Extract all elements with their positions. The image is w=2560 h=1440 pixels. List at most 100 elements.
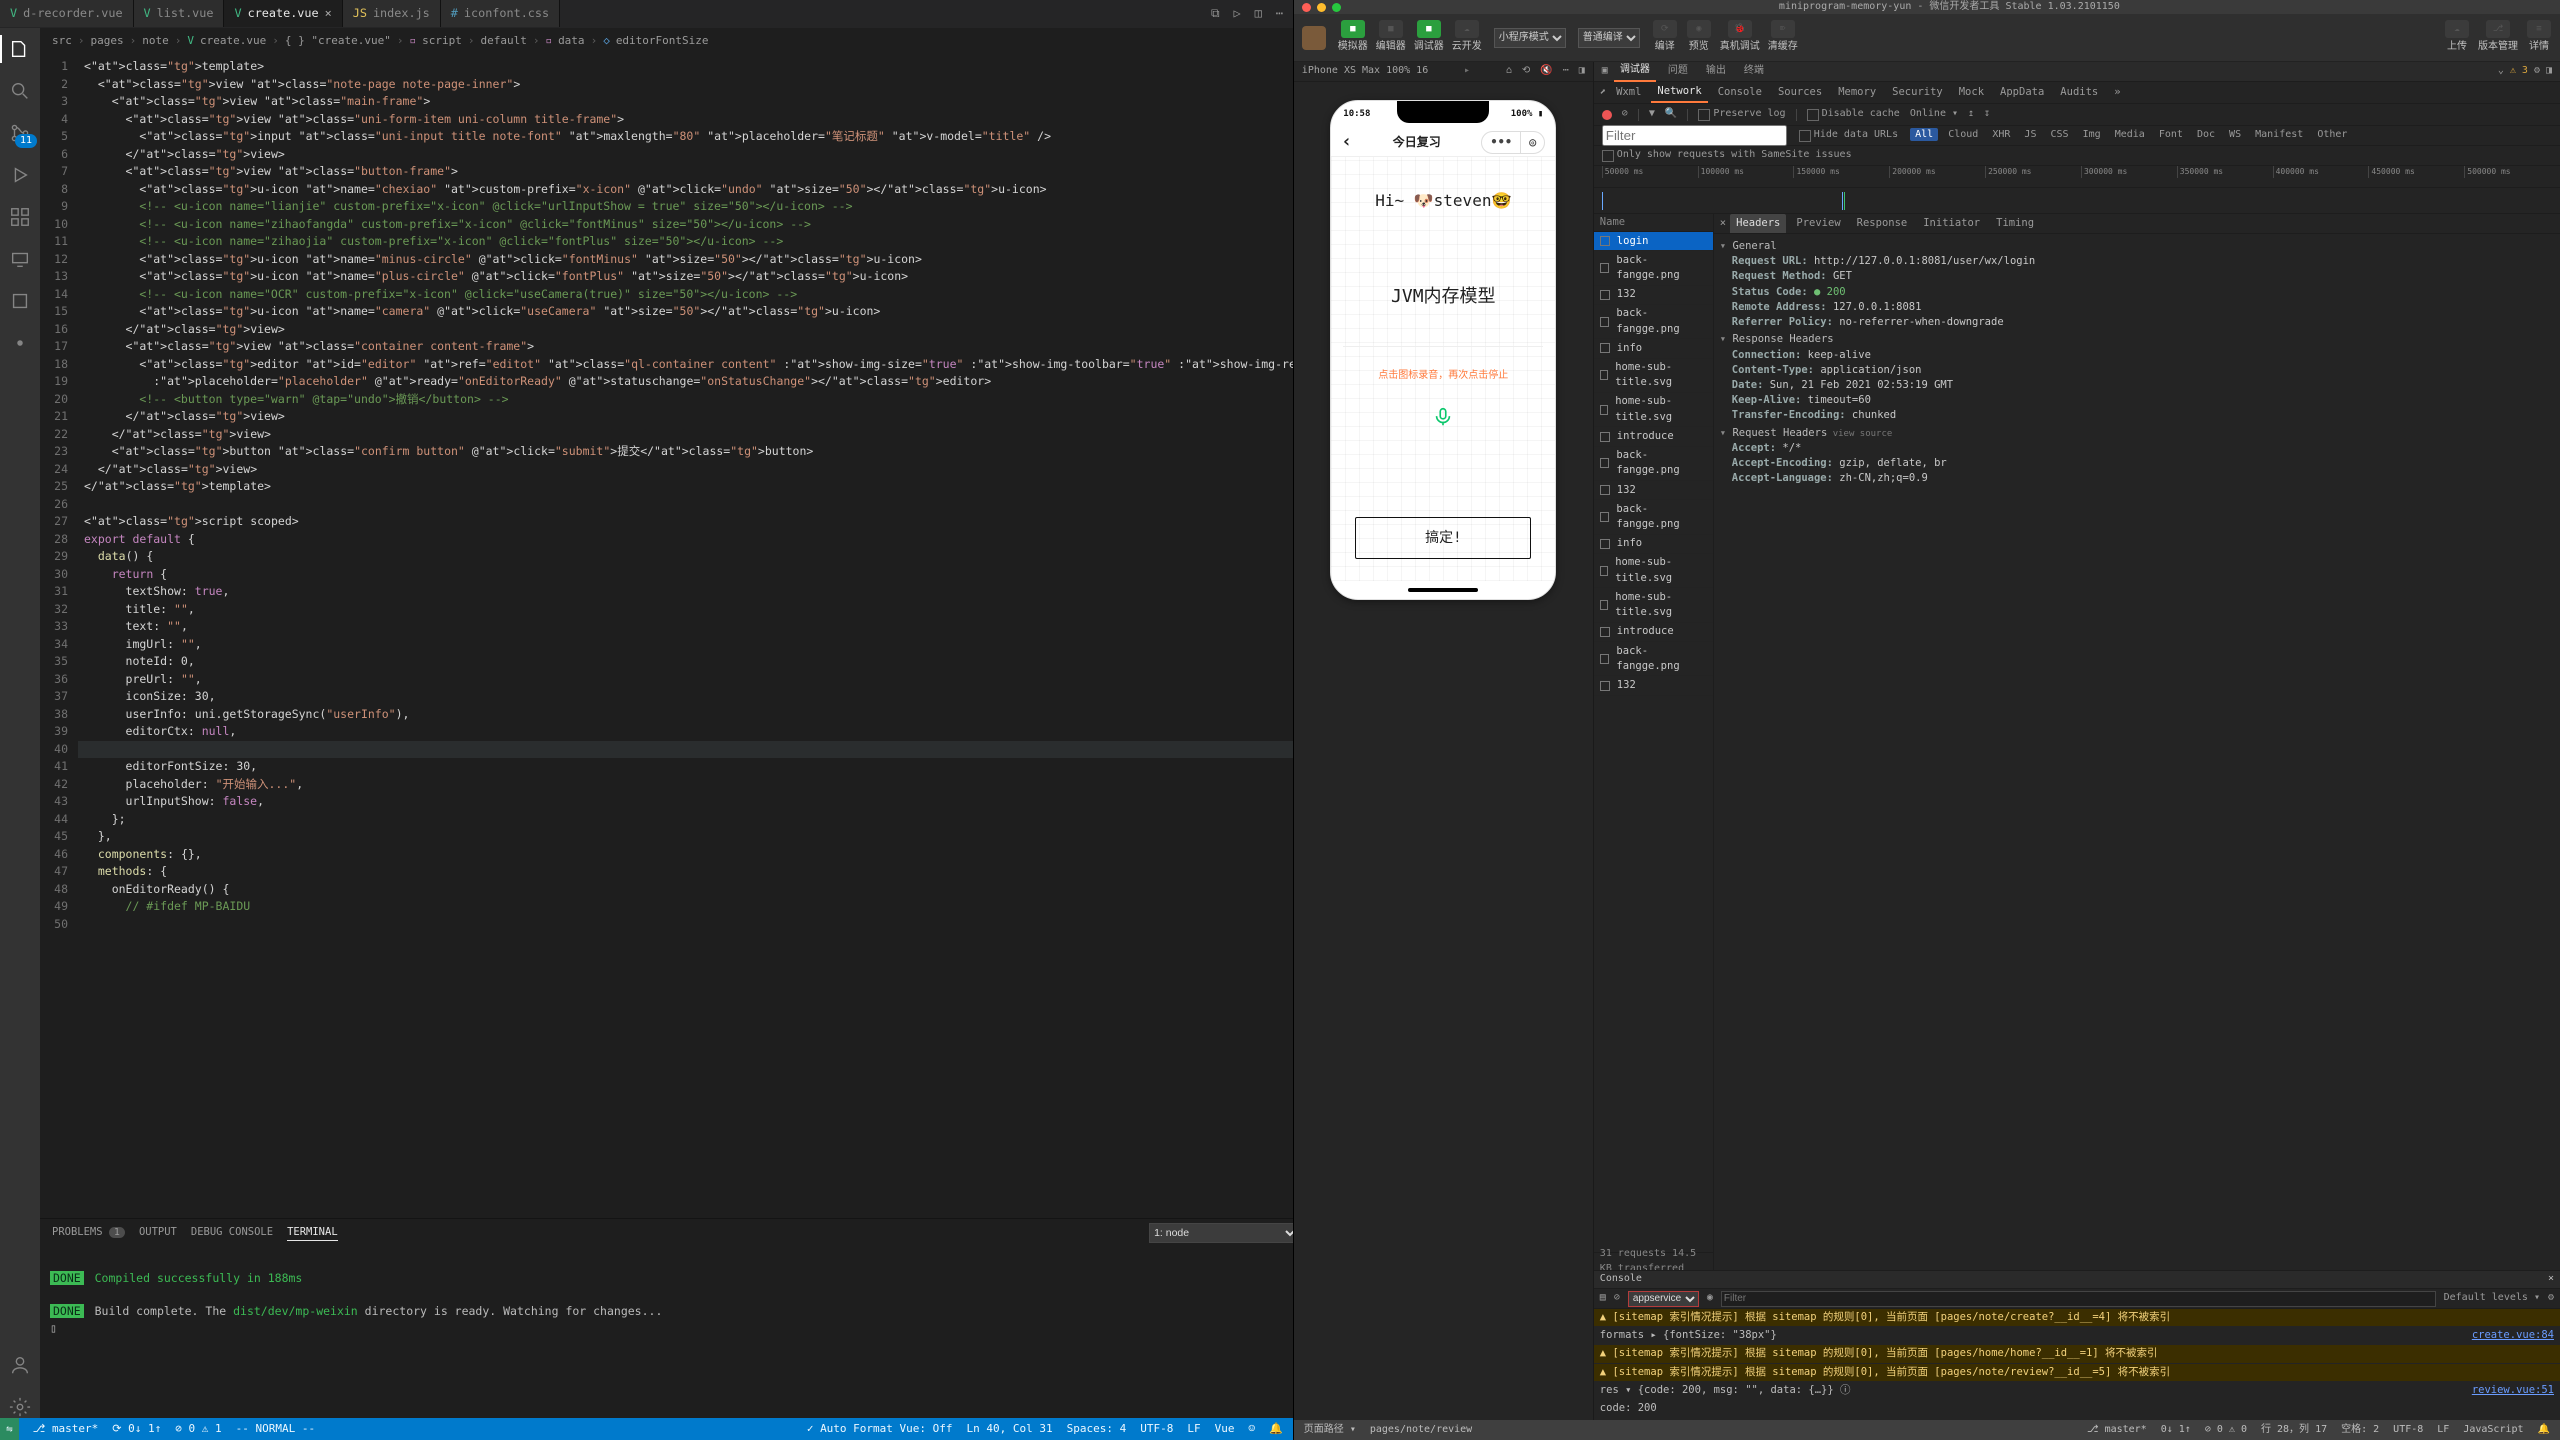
hide-data-urls-checkbox[interactable]: Hide data URLs <box>1799 128 1898 143</box>
source-code[interactable]: <"at">class="tg">template> <"at">class="… <box>78 54 1372 1218</box>
filter-type-font[interactable]: Font <box>2155 128 2187 141</box>
panel-tab-terminal[interactable]: TERMINAL <box>287 1225 338 1241</box>
editor-toggle[interactable]: ■编辑器 <box>1376 20 1406 55</box>
clear-cache-button[interactable]: ⌦清缓存 <box>1768 20 1798 55</box>
tab-index-js[interactable]: JSindex.js <box>343 0 441 27</box>
autofmt-status[interactable]: ✓ Auto Format Vue: Off <box>807 1421 953 1437</box>
version-button[interactable]: ⎇版本管理 <box>2478 20 2518 55</box>
console-tab[interactable]: Console <box>1600 1272 1642 1287</box>
clear-icon[interactable]: ⊘ <box>1622 107 1628 122</box>
problems-status[interactable]: ⊘ 0 ⚠ 1 <box>175 1421 221 1437</box>
panel-tab-output[interactable]: OUTPUT <box>139 1225 177 1240</box>
request-row[interactable]: 132 <box>1594 676 1713 695</box>
more-icon[interactable]: ⋯ <box>1276 5 1283 22</box>
console-log[interactable]: code: 200 <box>1594 1400 2560 1418</box>
inspect-icon[interactable]: ⬈ <box>1600 85 1606 100</box>
breadcrumbs[interactable]: src› pages› note› V create.vue› { } "cre… <box>40 28 1428 54</box>
notification-icon[interactable]: 🔔 <box>2538 1423 2550 1438</box>
tab-output[interactable]: 输出 <box>1700 62 1732 81</box>
filter-type-css[interactable]: CSS <box>2047 128 2073 141</box>
account-icon[interactable] <box>9 1354 31 1376</box>
clear-console-icon[interactable]: ⊘ <box>1614 1291 1620 1306</box>
filter-type-media[interactable]: Media <box>2111 128 2149 141</box>
request-row[interactable]: 132 <box>1594 481 1713 500</box>
tab-mock[interactable]: Mock <box>1953 83 1990 102</box>
confirm-button[interactable]: 搞定! <box>1355 517 1531 559</box>
tab-network[interactable]: Network <box>1651 82 1707 103</box>
maximize-window-icon[interactable] <box>1332 3 1341 12</box>
close-icon[interactable]: × <box>325 5 332 22</box>
popout-icon[interactable]: ◨ <box>1579 64 1585 79</box>
notification-icon[interactable]: 🔔 <box>1269 1421 1283 1437</box>
back-icon[interactable]: ⟲ <box>1522 64 1530 79</box>
request-row[interactable]: home-sub-title.svg <box>1594 393 1713 427</box>
cloud-button[interactable]: ☁云开发 <box>1452 20 1482 55</box>
filter-type-other[interactable]: Other <box>2313 128 2351 141</box>
encoding-status[interactable]: UTF-8 <box>2393 1423 2423 1438</box>
indent-status[interactable]: 空格: 2 <box>2341 1423 2379 1438</box>
request-row[interactable]: back-fangge.png <box>1594 251 1713 285</box>
plugin-icon[interactable] <box>9 290 31 312</box>
filter-icon[interactable]: ▼ <box>1649 107 1655 122</box>
upload-icon[interactable]: ↥ <box>1968 107 1974 122</box>
filter-type-doc[interactable]: Doc <box>2193 128 2219 141</box>
tab-audits[interactable]: Audits <box>2054 83 2104 102</box>
panel-tab-debugconsole[interactable]: DEBUG CONSOLE <box>191 1225 273 1240</box>
lang-status[interactable]: JavaScript <box>2463 1423 2523 1438</box>
request-row[interactable]: introduce <box>1594 427 1713 446</box>
preview-button[interactable]: ◉预览 <box>1686 20 1712 55</box>
close-window-icon[interactable] <box>1302 3 1311 12</box>
detail-button[interactable]: ≡详情 <box>2526 20 2552 55</box>
dock-side-icon[interactable]: ◨ <box>2546 64 2552 79</box>
sync-status[interactable]: ⟳ 0↓ 1↑ <box>112 1421 161 1437</box>
tab-d-recorder[interactable]: Vd-recorder.vue <box>0 0 134 27</box>
filter-type-js[interactable]: JS <box>2020 128 2040 141</box>
network-waterfall[interactable] <box>1594 188 2560 214</box>
filter-type-manifest[interactable]: Manifest <box>2251 128 2307 141</box>
upload-button[interactable]: ☁上传 <box>2444 20 2470 55</box>
branch-name[interactable]: ⎇ master* <box>33 1421 99 1437</box>
column-name[interactable]: Name <box>1594 214 1713 232</box>
debugger-toggle[interactable]: ■调试器 <box>1414 20 1444 55</box>
filter-type-all[interactable]: All <box>1910 128 1938 141</box>
lang-status[interactable]: Vue <box>1215 1421 1235 1437</box>
scm-icon[interactable]: 11 <box>9 122 31 144</box>
back-button[interactable]: ‹ <box>1341 129 1352 155</box>
preserve-log-checkbox[interactable]: Preserve log <box>1698 107 1785 122</box>
eol-status[interactable]: LF <box>1187 1421 1200 1437</box>
tab-create[interactable]: Vcreate.vue× <box>224 0 342 27</box>
note-card[interactable]: JVM内存模型 <box>1343 248 1543 347</box>
debug-icon[interactable] <box>9 164 31 186</box>
feedback-icon[interactable]: ☺ <box>1248 1421 1255 1437</box>
page-path-label[interactable]: 页面路径 ▾ <box>1304 1423 1356 1438</box>
minimize-window-icon[interactable] <box>1317 3 1326 12</box>
cursor-pos[interactable]: Ln 40, Col 31 <box>967 1421 1053 1437</box>
indent-status[interactable]: Spaces: 4 <box>1067 1421 1127 1437</box>
tab-preview[interactable]: Preview <box>1790 214 1846 233</box>
request-row[interactable]: home-sub-title.svg <box>1594 588 1713 622</box>
search-icon[interactable] <box>9 80 31 102</box>
tab-security[interactable]: Security <box>1886 83 1949 102</box>
request-row[interactable]: 132 <box>1594 286 1713 305</box>
chevron-down-icon[interactable]: ⌄ <box>2498 64 2504 79</box>
samesite-checkbox[interactable]: Only show requests with SameSite issues <box>1602 148 1852 163</box>
request-row[interactable]: login <box>1594 232 1713 251</box>
request-row[interactable]: info <box>1594 535 1713 554</box>
more-icon[interactable]: ••• <box>1482 132 1520 153</box>
request-row[interactable]: back-fangge.png <box>1594 500 1713 534</box>
sidebar-toggle-icon[interactable]: ▤ <box>1600 1291 1606 1306</box>
console-log[interactable]: res ▾ {code: 200, msg: "", data: {…}} ⓘr… <box>1594 1382 2560 1400</box>
more-icon[interactable]: ⋯ <box>1563 64 1569 79</box>
simulator-config[interactable]: iPhone XS Max 100% 16 ▸ ⌂ ⟲ 🔇 ⋯ ◨ <box>1294 62 1593 82</box>
request-row[interactable]: home-sub-title.svg <box>1594 359 1713 393</box>
gitlens-icon[interactable] <box>9 332 31 354</box>
problems-status[interactable]: ⊘ 0 ⚠ 0 <box>2205 1423 2247 1438</box>
mute-icon[interactable]: 🔇 <box>1540 64 1552 79</box>
request-row[interactable]: info <box>1594 339 1713 358</box>
warn-badge[interactable]: ⚠ 3 <box>2510 64 2528 79</box>
tab-initiator[interactable]: Initiator <box>1917 214 1986 233</box>
console-log[interactable]: ▲ [sitemap 索引情况提示] 根据 sitemap 的规则[0], 当前… <box>1594 1309 2560 1327</box>
console-log[interactable]: ▲ [sitemap 索引情况提示] 根据 sitemap 的规则[0], 当前… <box>1594 1364 2560 1382</box>
home-icon[interactable]: ⌂ <box>1506 64 1512 79</box>
panel-tab-problems[interactable]: PROBLEMS 1 <box>52 1225 125 1241</box>
